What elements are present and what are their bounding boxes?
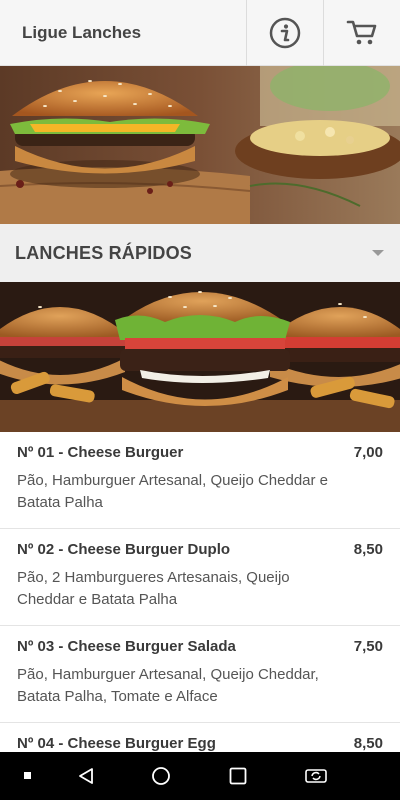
system-navbar	[0, 752, 400, 800]
app-title: Ligue Lanches	[22, 22, 142, 42]
back-button[interactable]	[70, 752, 102, 800]
dot-button[interactable]	[12, 752, 44, 800]
chevron-down-icon	[372, 250, 384, 256]
home-icon	[152, 767, 170, 785]
dot-icon	[24, 772, 31, 779]
menu-item-price: 8,50	[353, 541, 383, 558]
home-button[interactable]	[145, 752, 177, 800]
menu-item[interactable]: Nº 02 - Cheese Burguer Duplo 8,50 Pão, 2…	[0, 529, 400, 626]
menu-list: Nº 01 - Cheese Burguer 7,00 Pão, Hamburg…	[0, 432, 400, 767]
menu-item-price: 8,50	[353, 735, 383, 752]
info-icon	[269, 17, 301, 49]
info-button[interactable]	[246, 0, 323, 66]
rotate-icon	[305, 769, 327, 783]
category-banner-image	[0, 282, 400, 432]
menu-item-description: Pão, Hamburguer Artesanal, Queijo Chedda…	[17, 472, 329, 511]
recents-icon	[229, 767, 247, 785]
app-header: Ligue Lanches	[0, 0, 400, 66]
hero-image	[0, 66, 400, 224]
cart-icon	[346, 20, 377, 45]
menu-item[interactable]: Nº 01 - Cheese Burguer 7,00 Pão, Hamburg…	[0, 432, 400, 529]
menu-item-name: Nº 01 - Cheese Burguer	[17, 444, 184, 461]
menu-item-name: Nº 03 - Cheese Burguer Salada	[17, 638, 236, 655]
menu-item-description: Pão, Hamburguer Artesanal, Queijo Chedda…	[17, 666, 319, 705]
back-icon	[79, 768, 93, 784]
menu-item-price: 7,50	[353, 638, 383, 655]
recents-button[interactable]	[222, 752, 254, 800]
cart-button[interactable]	[323, 0, 400, 66]
menu-item-price: 7,00	[353, 444, 383, 461]
rotate-button[interactable]	[298, 752, 334, 800]
category-title: LANCHES RÁPIDOS	[15, 242, 193, 263]
menu-item-name: Nº 02 - Cheese Burguer Duplo	[17, 541, 231, 558]
menu-item-name: Nº 04 - Cheese Burguer Egg	[17, 735, 216, 752]
menu-item[interactable]: Nº 03 - Cheese Burguer Salada 7,50 Pão, …	[0, 626, 400, 723]
category-dropdown[interactable]: LANCHES RÁPIDOS	[0, 224, 400, 282]
menu-item-description: Pão, 2 Hamburgueres Artesanais, Queijo C…	[17, 569, 290, 608]
